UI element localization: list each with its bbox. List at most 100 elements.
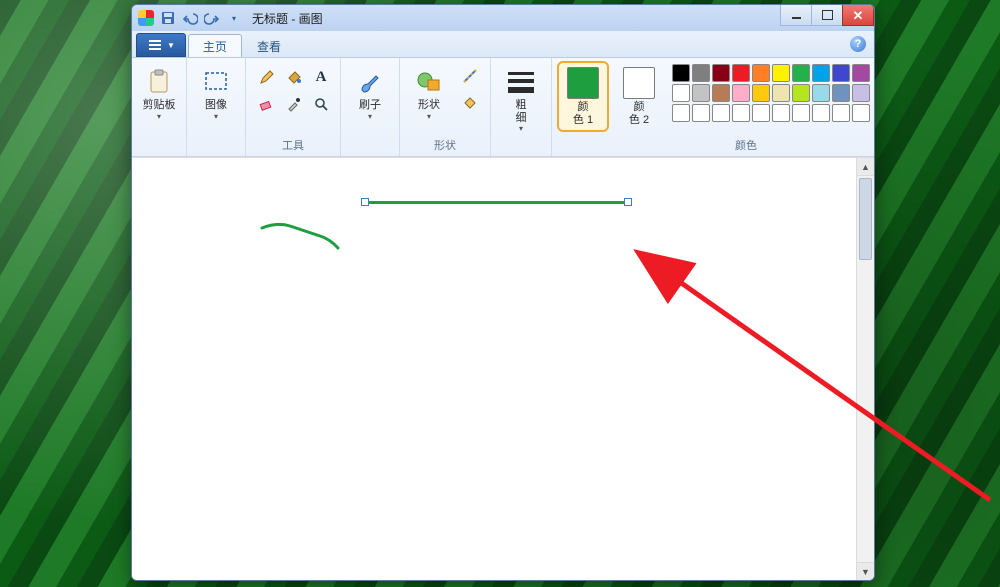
scroll-thumb[interactable] xyxy=(859,178,872,260)
quick-access-toolbar: ▾ xyxy=(160,10,242,26)
palette-swatch[interactable] xyxy=(772,84,790,102)
palette-swatch[interactable] xyxy=(752,104,770,122)
palette-swatch[interactable] xyxy=(752,84,770,102)
brush-button[interactable]: 刷子 ▾ xyxy=(349,64,391,124)
shapes-button[interactable]: 形状 ▾ xyxy=(408,64,450,124)
group-size: 粗 细 ▾ xyxy=(491,58,552,156)
color1-button[interactable]: 颜 色 1 xyxy=(560,64,606,129)
palette-swatch[interactable] xyxy=(832,104,850,122)
palette-swatch[interactable] xyxy=(772,64,790,82)
scroll-track[interactable] xyxy=(857,176,874,562)
palette-swatch[interactable] xyxy=(812,84,830,102)
palette-swatch[interactable] xyxy=(792,84,810,102)
palette-swatch[interactable] xyxy=(812,104,830,122)
palette-swatch[interactable] xyxy=(852,64,870,82)
palette-swatch[interactable] xyxy=(692,84,710,102)
group-tools: A 工具 xyxy=(246,58,341,156)
text-tool[interactable]: A xyxy=(308,64,334,90)
group-brush: 刷子 ▾ xyxy=(341,58,400,156)
minimize-button[interactable] xyxy=(780,5,812,26)
canvas-art xyxy=(132,158,856,578)
group-shapes-label: 形状 xyxy=(408,135,482,156)
tab-view[interactable]: 查看 xyxy=(242,34,296,57)
palette-swatch[interactable] xyxy=(752,64,770,82)
color2-label: 颜 色 2 xyxy=(629,101,649,126)
thickness-icon xyxy=(506,67,536,97)
select-label: 图像 xyxy=(205,99,227,112)
group-tools-label: 工具 xyxy=(254,135,332,156)
palette-swatch[interactable] xyxy=(852,84,870,102)
palette-swatch[interactable] xyxy=(732,104,750,122)
window-title: 无标题 - 画图 xyxy=(252,10,323,27)
palette-swatch[interactable] xyxy=(672,64,690,82)
palette-swatch[interactable] xyxy=(692,104,710,122)
shape-outline-button[interactable] xyxy=(458,64,482,88)
qat-customize-icon[interactable]: ▾ xyxy=(226,10,242,26)
canvas[interactable] xyxy=(132,158,856,580)
palette-swatch[interactable] xyxy=(732,84,750,102)
palette-swatch[interactable] xyxy=(832,64,850,82)
brush-label: 刷子 xyxy=(359,99,381,112)
close-button[interactable]: ✕ xyxy=(842,5,874,26)
palette-swatch[interactable] xyxy=(732,64,750,82)
palette-swatch[interactable] xyxy=(792,64,810,82)
paste-label: 剪贴板 xyxy=(143,99,176,112)
shape-fill-button[interactable] xyxy=(458,90,482,114)
chevron-down-icon: ▼ xyxy=(167,41,175,50)
fill-tool[interactable] xyxy=(281,64,307,90)
palette-swatch[interactable] xyxy=(672,104,690,122)
shapes-label: 形状 xyxy=(418,99,440,112)
group-colors: 颜 色 1 颜 色 2 编辑颜色 颜色 xyxy=(552,58,875,156)
help-button[interactable]: ? xyxy=(850,36,866,52)
color1-swatch xyxy=(567,67,599,99)
color2-button[interactable]: 颜 色 2 xyxy=(616,64,662,129)
palette-swatch[interactable] xyxy=(712,84,730,102)
group-image: 图像 ▾ xyxy=(187,58,246,156)
paint-window: ▾ 无标题 - 画图 ✕ ▼ 主页 查看 ? xyxy=(131,4,875,581)
palette-swatch[interactable] xyxy=(692,64,710,82)
magnify-tool[interactable] xyxy=(308,91,334,117)
maximize-button[interactable] xyxy=(811,5,843,26)
size-button[interactable]: 粗 细 ▾ xyxy=(499,64,543,136)
picker-tool[interactable] xyxy=(281,91,307,117)
chevron-down-icon: ▾ xyxy=(427,112,431,121)
vertical-scrollbar[interactable]: ▲ ▼ xyxy=(856,158,874,580)
pencil-tool[interactable] xyxy=(254,64,280,90)
brush-icon xyxy=(355,67,385,97)
tab-home[interactable]: 主页 xyxy=(188,34,242,57)
palette-swatch[interactable] xyxy=(852,104,870,122)
undo-icon[interactable] xyxy=(182,10,198,26)
palette-swatch[interactable] xyxy=(772,104,790,122)
paste-button[interactable]: 剪贴板 ▾ xyxy=(138,64,180,124)
group-shapes: 形状 ▾ 形状 xyxy=(400,58,491,156)
tab-home-label: 主页 xyxy=(203,38,227,55)
ribbon-tabs: ▼ 主页 查看 ? xyxy=(132,31,874,58)
chevron-down-icon: ▾ xyxy=(157,112,161,121)
group-clipboard-label xyxy=(138,139,180,156)
palette-swatch[interactable] xyxy=(672,84,690,102)
line-handle-end[interactable] xyxy=(624,198,632,206)
shapes-icon xyxy=(414,67,444,97)
color2-swatch xyxy=(623,67,655,99)
tab-view-label: 查看 xyxy=(257,38,281,55)
palette-swatch[interactable] xyxy=(792,104,810,122)
palette-swatch[interactable] xyxy=(712,104,730,122)
select-button[interactable]: 图像 ▾ xyxy=(195,64,237,124)
palette-swatch[interactable] xyxy=(712,64,730,82)
palette-swatch[interactable] xyxy=(812,64,830,82)
ribbon: 剪贴板 ▾ 图像 ▾ xyxy=(132,58,874,157)
redo-icon[interactable] xyxy=(204,10,220,26)
line-handle-start[interactable] xyxy=(361,198,369,206)
color-palette xyxy=(672,64,870,122)
scroll-up-icon[interactable]: ▲ xyxy=(857,158,874,176)
group-size-label xyxy=(499,139,543,156)
drawn-line[interactable] xyxy=(365,201,626,204)
palette-swatch[interactable] xyxy=(832,84,850,102)
eraser-tool[interactable] xyxy=(254,91,280,117)
scroll-down-icon[interactable]: ▼ xyxy=(857,562,874,580)
work-area: ▲ ▼ xyxy=(132,157,874,580)
save-icon[interactable] xyxy=(160,10,176,26)
titlebar[interactable]: ▾ 无标题 - 画图 ✕ xyxy=(132,5,874,31)
chevron-down-icon: ▾ xyxy=(214,112,218,121)
file-menu-button[interactable]: ▼ xyxy=(136,33,186,57)
